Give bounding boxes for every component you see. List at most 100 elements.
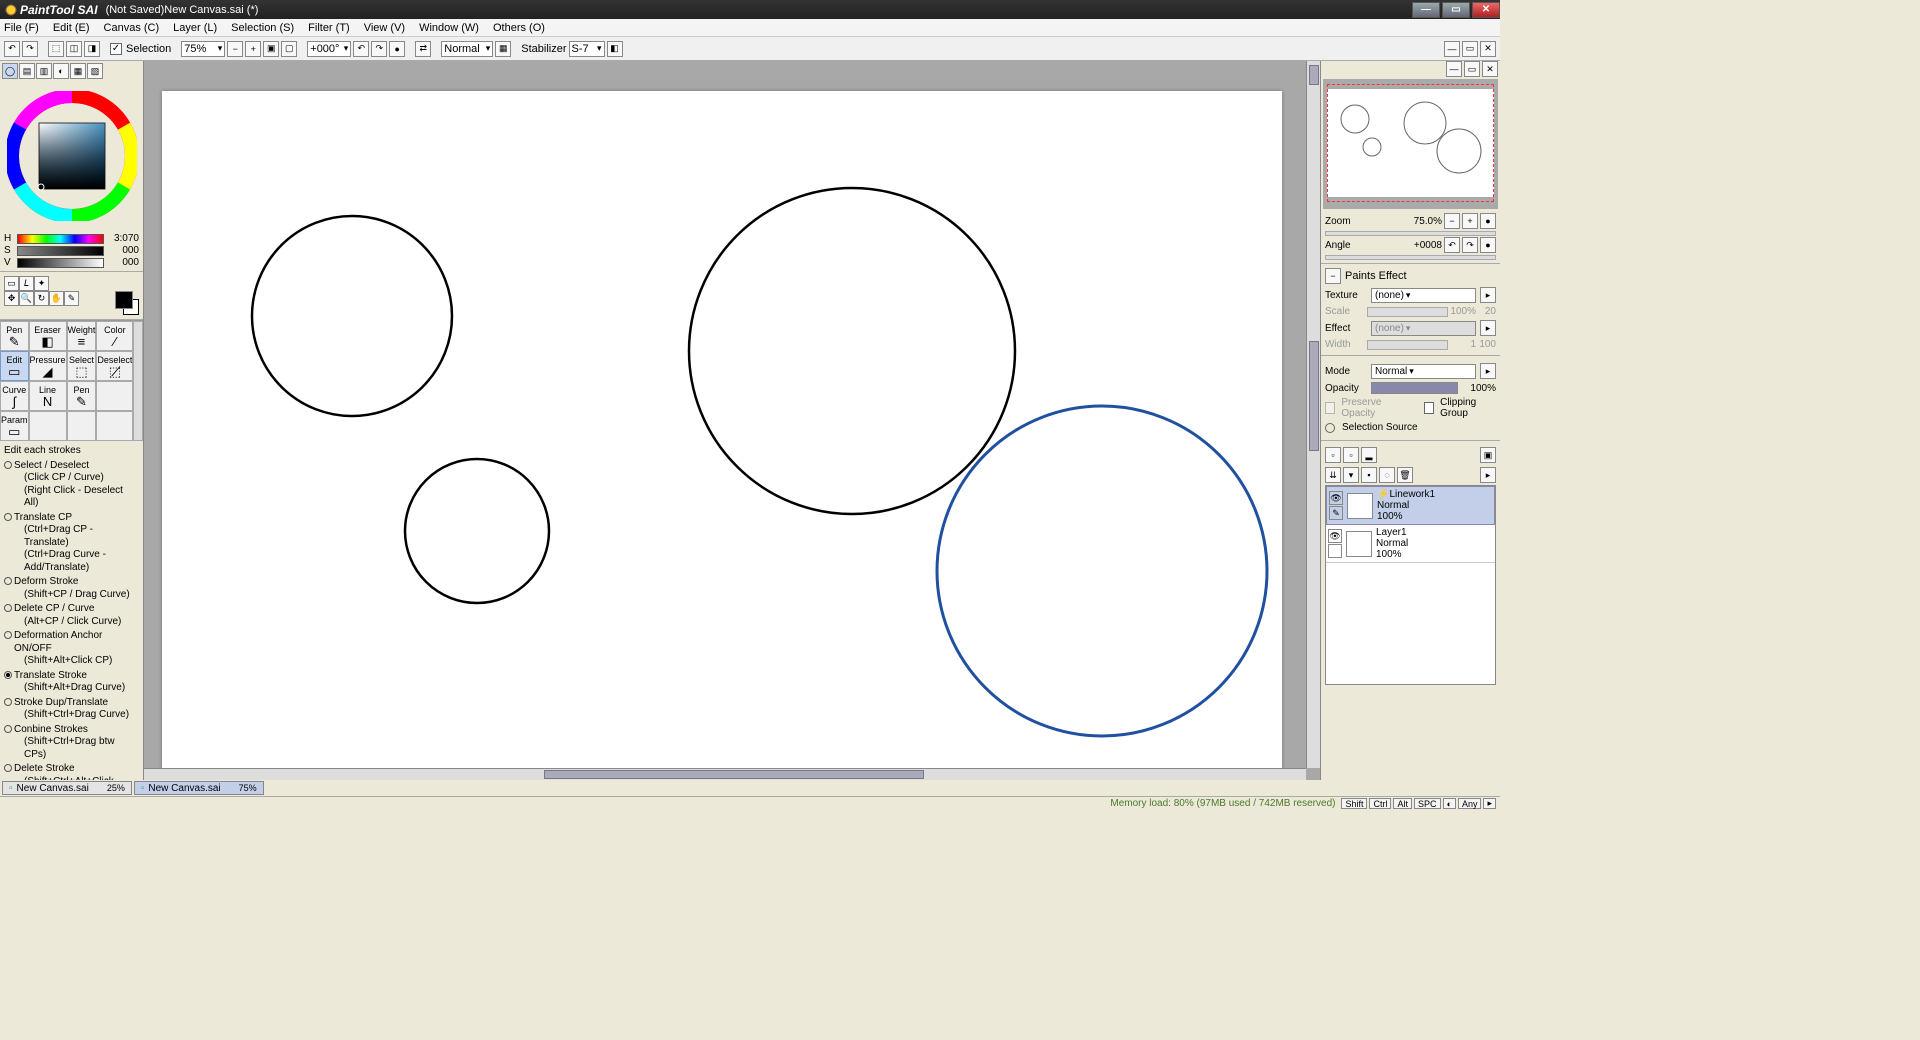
menu-filter[interactable]: Filter (T) (308, 22, 350, 34)
undo-button[interactable]: ↶ (4, 41, 20, 57)
invert-selection-button[interactable]: ◫ (66, 41, 82, 57)
layer-menu-button[interactable]: ▸ (1480, 467, 1496, 483)
material-button[interactable]: ▦ (495, 41, 511, 57)
doc-tab-1[interactable]: ▫ New Canvas.sai 75% (134, 781, 264, 795)
zoom-tool[interactable]: 🔍 (19, 291, 34, 306)
maximize-button[interactable]: ▭ (1442, 2, 1470, 18)
merge-down-button[interactable]: ▾ (1343, 467, 1359, 483)
vertical-scrollbar[interactable] (1306, 61, 1320, 768)
help-option[interactable]: Select / Deselect(Click CP / Curve)(Righ… (4, 460, 139, 510)
nav-zoom-reset[interactable]: ● (1480, 213, 1496, 229)
help-option[interactable]: Translate CP(Ctrl+Drag CP - Translate)(C… (4, 512, 139, 575)
lock-icon[interactable]: ✎ (1329, 506, 1343, 520)
visibility-icon[interactable]: 👁 (1329, 491, 1343, 505)
menu-canvas[interactable]: Canvas (C) (104, 22, 160, 34)
layer-item[interactable]: 👁Layer1Normal100% (1326, 525, 1495, 563)
delete-layer-button[interactable]: 🗑 (1397, 467, 1413, 483)
brush-scrollbar[interactable] (133, 321, 143, 441)
brush-pressure[interactable]: Pressure◢ (29, 351, 67, 381)
brush-eraser[interactable]: Eraser◧ (29, 321, 67, 351)
mode-dropdown[interactable]: Normal (1371, 364, 1476, 379)
nav-zoom-out[interactable]: − (1444, 213, 1460, 229)
color-wheel[interactable] (0, 81, 143, 231)
lasso-tool[interactable]: 𝘓 (19, 276, 34, 291)
magic-wand-tool[interactable]: ✦ (34, 276, 49, 291)
menu-selection[interactable]: Selection (S) (231, 22, 294, 34)
sat-slider[interactable] (17, 246, 104, 256)
scale-slider[interactable] (1367, 307, 1448, 317)
brush-curve[interactable]: Curve∫ (0, 381, 29, 411)
effect-dropdown[interactable]: (none) (1371, 321, 1476, 336)
brush-select[interactable]: Select⬚ (67, 351, 97, 381)
menu-view[interactable]: View (V) (364, 22, 405, 34)
menu-edit[interactable]: Edit (E) (53, 22, 90, 34)
help-option[interactable]: Conbine Strokes(Shift+Ctrl+Drag btw CPs) (4, 724, 139, 762)
redo-button[interactable]: ↷ (22, 41, 38, 57)
color-mixer-tab[interactable]: ◐ (53, 63, 69, 79)
clear-layer-button[interactable]: ◌ (1379, 467, 1395, 483)
help-option[interactable]: Delete Stroke(Shift+Ctrl+Alt+Click Strok… (4, 763, 139, 780)
transfer-down-button[interactable]: ⇊ (1325, 467, 1341, 483)
new-folder-button[interactable]: ▂ (1361, 447, 1377, 463)
doc-tab-0[interactable]: ▫ New Canvas.sai 25% (2, 781, 132, 795)
nav-angle-cw[interactable]: ↷ (1462, 237, 1478, 253)
nav-angle-ccw[interactable]: ↶ (1444, 237, 1460, 253)
texture-dropdown[interactable]: (none) (1371, 288, 1476, 303)
layer-item[interactable]: 👁✎⚡Linework1Normal100% (1326, 486, 1495, 525)
horizontal-scrollbar[interactable] (144, 768, 1306, 780)
selection-source-radio[interactable] (1325, 423, 1335, 433)
brush-color[interactable]: Color∕ (96, 321, 133, 351)
nav-angle-reset[interactable]: ● (1480, 237, 1496, 253)
subwindow-min-button[interactable]: — (1444, 41, 1460, 57)
visibility-icon[interactable]: 👁 (1328, 529, 1342, 543)
preserve-opacity-checkbox[interactable] (1325, 402, 1335, 414)
brush-line[interactable]: LineN (29, 381, 67, 411)
width-slider[interactable] (1367, 340, 1448, 350)
help-option[interactable]: Deformation Anchor ON/OFF(Shift+Alt+Clic… (4, 630, 139, 668)
rotate-tool[interactable]: ↻ (34, 291, 49, 306)
panel-min-button[interactable]: — (1446, 61, 1462, 77)
panel-max-button[interactable]: ▭ (1464, 61, 1480, 77)
help-option[interactable]: Deform Stroke(Shift+CP / Drag Curve) (4, 576, 139, 601)
new-linework-button[interactable]: ▫ (1343, 447, 1359, 463)
rotate-reset-button[interactable]: ● (389, 41, 405, 57)
hand-tool[interactable]: ✋ (49, 291, 64, 306)
rotate-cw-button[interactable]: ↷ (371, 41, 387, 57)
nav-zoom-slider[interactable] (1325, 231, 1496, 236)
brush-param[interactable]: Param▭ (0, 411, 29, 441)
eyedropper-tool[interactable]: ✎ (64, 291, 79, 306)
move-tool[interactable]: ✥ (4, 291, 19, 306)
new-layer-button[interactable]: ▫ (1325, 447, 1341, 463)
brush-pen[interactable]: Pen✎ (0, 321, 29, 351)
mode-options[interactable]: ▸ (1480, 363, 1496, 379)
brush-deselect[interactable]: Deselect⬚̸ (96, 351, 133, 381)
menu-window[interactable]: Window (W) (419, 22, 479, 34)
color-swatches-tab[interactable]: ▦ (70, 63, 86, 79)
rotate-ccw-button[interactable]: ↶ (353, 41, 369, 57)
opacity-slider[interactable] (1371, 382, 1458, 394)
flip-horizontal-button[interactable]: ⇄ (415, 41, 431, 57)
zoom-reset-button[interactable]: ▣ (263, 41, 279, 57)
subwindow-max-button[interactable]: ▭ (1462, 41, 1478, 57)
canvas[interactable] (162, 91, 1282, 771)
navigator[interactable] (1323, 79, 1498, 209)
panel-close-button[interactable]: ✕ (1482, 61, 1498, 77)
layer-mask-button[interactable]: ▣ (1480, 447, 1496, 463)
color-scratchpad-tab[interactable]: ▧ (87, 63, 103, 79)
flatten-button[interactable]: ▪ (1361, 467, 1377, 483)
color-hsv-tab[interactable]: ▥ (36, 63, 52, 79)
menu-layer[interactable]: Layer (L) (173, 22, 217, 34)
close-button[interactable]: ✕ (1472, 2, 1500, 18)
paints-effect-toggle[interactable]: − (1325, 268, 1341, 284)
hue-slider[interactable] (17, 234, 104, 244)
brush-edit[interactable]: Edit▭ (0, 351, 29, 381)
val-slider[interactable] (17, 258, 104, 268)
color-wheel-tab[interactable]: ◯ (2, 63, 18, 79)
stabilizer-settings-button[interactable]: ◧ (607, 41, 623, 57)
lock-icon[interactable] (1328, 544, 1342, 558)
zoom-fit-button[interactable]: ▢ (281, 41, 297, 57)
zoom-dropdown[interactable]: 75% (181, 41, 225, 57)
help-option[interactable]: Delete CP / Curve(Alt+CP / Click Curve) (4, 603, 139, 628)
canvas-viewport[interactable] (144, 61, 1320, 780)
color-rgb-tab[interactable]: ▤ (19, 63, 35, 79)
